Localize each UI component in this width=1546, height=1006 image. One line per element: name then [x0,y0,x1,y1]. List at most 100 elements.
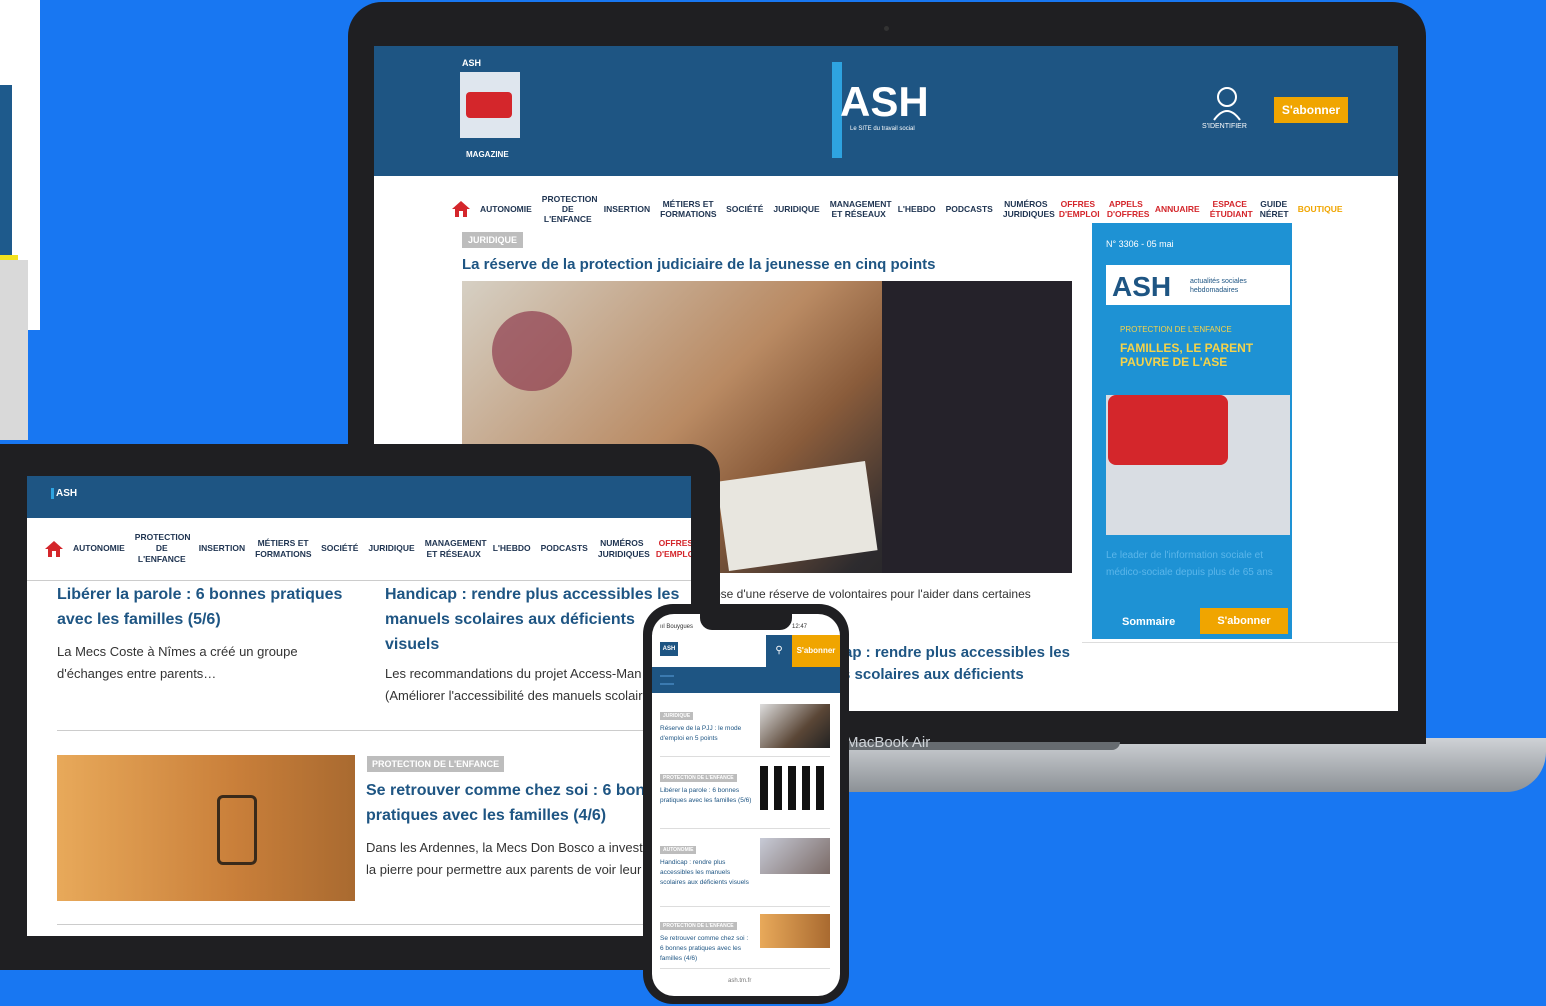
hamburger-menu-icon[interactable] [660,675,674,685]
article-excerpt: Les recommandations du projet Access-Man… [385,666,643,703]
summary-link[interactable]: Sommaire [1122,616,1175,628]
category-tag[interactable]: JURIDIQUE [462,232,524,248]
category-tag: PROTECTION DE L'ENFANCE [660,922,737,930]
article-title[interactable]: Handicap : rendre plus accessibles les m… [660,858,752,888]
divider [660,756,830,757]
nav-item[interactable]: NUMÉROS JURIDIQUES [1003,199,1055,219]
article-excerpt: ose d'une réserve de volontaires pour l'… [714,587,1031,601]
list-item[interactable]: AUTONOMIE Handicap : rendre plus accessi… [660,838,838,888]
user-icon[interactable] [1212,86,1242,122]
issue-number: N° 3306 - 05 mai [1106,239,1174,249]
divider [660,968,830,969]
nav-item[interactable]: MÉTIERS ET FORMATIONS [255,538,312,560]
background-laptop-edge-gray [0,260,28,440]
article-thumbnail [760,704,830,748]
article-excerpt: La Mecs Coste à Nîmes a créé un groupe d… [57,644,298,681]
phone-screen: ııl Bouygues 12:47 ASH ⚲ S'abonner JURID… [652,614,840,996]
divider [57,730,685,731]
article-thumbnail [760,838,830,874]
nav-item[interactable]: L'HEBDO [898,204,936,214]
category-tag: AUTONOMIE [660,846,697,854]
user-icon[interactable]: ⚲ [766,635,792,667]
nav-item[interactable]: ESPACE ÉTUDIANT [1210,199,1253,219]
phone-menubar [652,667,840,693]
divider [660,906,830,907]
site-logo[interactable]: ASH [840,78,929,126]
cover-kicker: PROTECTION DE L'ENFANCE [1120,325,1232,334]
cover-logo-subtitle: actualités sociales hebdomadaires [1190,278,1247,294]
nav-item[interactable]: MANAGEMENT ET RÉSEAUX [425,538,487,560]
phone-notch [700,612,792,630]
nav-item[interactable]: PROTECTION DE L'ENFANCE [135,532,191,565]
article-title[interactable]: s scolaires aux déficients [842,666,1024,683]
nav-item[interactable]: PODCASTS [541,543,588,554]
subscribe-button[interactable]: S'abonner [792,635,840,667]
article-thumbnail [760,766,830,810]
tablet-header: ASH [27,476,691,518]
status-time: 12:47 [792,624,808,630]
divider [660,828,830,829]
nav-item[interactable]: SOCIÉTÉ [321,543,358,554]
divider [1082,642,1398,643]
list-item[interactable]: PROTECTION DE L'ENFANCE Libérer la parol… [660,766,838,810]
cover-illustration [1108,395,1228,465]
article-thumbnail [760,914,830,948]
tablet-nav: AUTONOMIE PROTECTION DE L'ENFANCE INSERT… [45,532,691,565]
nav-item[interactable]: SOCIÉTÉ [726,204,763,214]
article-title[interactable]: ap : rendre plus accessibles les [844,644,1070,661]
nav-item[interactable]: BOUTIQUE [1298,204,1343,214]
nav-item[interactable]: INSERTION [199,543,245,554]
sidebar-lead: Le leader de l'information sociale et mé… [1106,550,1273,578]
magazine-label[interactable]: MAGAZINE [466,150,509,159]
tablet-screen: ASH AUTONOMIE PROTECTION DE L'ENFANCE IN… [27,476,691,936]
nav-item[interactable]: AUTONOMIE [480,204,532,214]
key-house-icon [217,795,257,865]
nav-item[interactable]: MÉTIERS ET FORMATIONS [660,199,717,219]
article-title[interactable]: Handicap : rendre plus accessibles les m… [385,582,685,657]
nav-item[interactable]: PODCASTS [946,204,993,214]
nav-item[interactable]: ANNUAIRE [1155,204,1200,214]
nav-item[interactable]: GUIDE NÉRET [1260,199,1289,219]
nav-item[interactable]: OFFRES D'EMPLOI [1059,199,1100,219]
laptop-camera [884,26,889,31]
article-title[interactable]: Libérer la parole : 6 bonnes pratiques a… [57,582,357,632]
nav-item[interactable]: L'HEBDO [493,543,531,554]
nav-item[interactable]: APPELS D'OFFRES [1107,199,1150,219]
divider [27,580,691,581]
nav-item[interactable]: OFFRES D'EMPLOI [656,538,691,560]
url-bar[interactable]: ash.tm.fr [728,978,751,984]
magazine-cover-thumbnail[interactable]: ASH [460,58,520,138]
site-tagline: Le SITE du travail social [850,126,915,132]
magazine-sidebar: N° 3306 - 05 mai ASH actualités sociales… [1092,223,1292,639]
phone-logo[interactable]: ASH [660,642,678,656]
nav-item[interactable]: INSERTION [604,204,650,214]
article-photo[interactable] [57,755,355,901]
nav-item[interactable]: JURIDIQUE [368,543,414,554]
nav-item[interactable]: MANAGEMENT ET RÉSEAUX [830,199,892,219]
home-icon[interactable] [452,201,470,217]
article-title[interactable]: Se retrouver comme chez soi : 6 bonnes p… [660,934,752,964]
category-tag: JURIDIQUE [660,712,694,720]
login-link[interactable]: S'IDENTIFIER [1202,123,1247,130]
nav-item[interactable]: JURIDIQUE [773,204,819,214]
cover-logo: ASH [1112,271,1172,302]
category-tag: PROTECTION DE L'ENFANCE [660,774,737,782]
article-title[interactable]: La réserve de la protection judiciaire d… [462,256,936,273]
site-header: ASH MAGAZINE ASH Le SITE du travail soci… [374,46,1398,176]
list-item[interactable]: JURIDIQUE Réserve de la PJJ : le mode d'… [660,704,838,748]
subscribe-button[interactable]: S'abonner [1274,97,1348,123]
device-label: MacBook Air [846,734,931,751]
nav-item[interactable]: PROTECTION DE L'ENFANCE [542,194,598,224]
article-title[interactable]: Réserve de la PJJ : le mode d'emploi en … [660,724,752,744]
list-item[interactable]: PROTECTION DE L'ENFANCE Se retrouver com… [660,914,838,964]
article-title[interactable]: Libérer la parole : 6 bonnes pratiques a… [660,786,752,806]
nav-item[interactable]: NUMÉROS JURIDIQUES [598,538,650,560]
nav-item[interactable]: AUTONOMIE [73,543,125,554]
sidebar-subscribe-button[interactable]: S'abonner [1200,608,1288,634]
cover-headline: FAMILLES, LE PARENT PAUVRE DE L'ASE [1120,341,1254,369]
magazine-cover[interactable]: ASH actualités sociales hebdomadaires PR… [1106,265,1290,535]
category-tag[interactable]: PROTECTION DE L'ENFANCE [367,756,505,772]
tablet-logo[interactable]: ASH [51,488,77,499]
carrier-label: ııl Bouygues [660,624,694,630]
home-icon[interactable] [45,540,63,557]
